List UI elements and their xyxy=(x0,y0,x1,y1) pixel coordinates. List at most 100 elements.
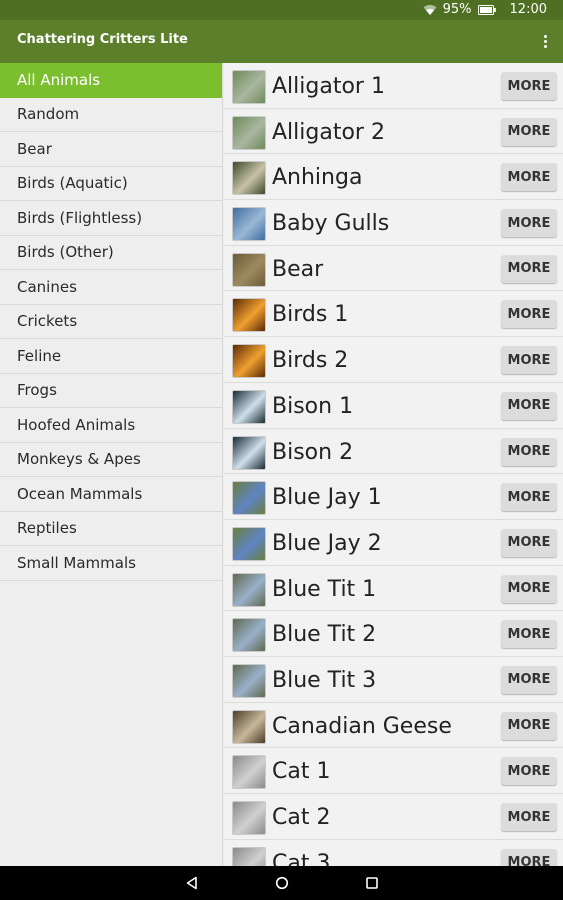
category-item[interactable]: Small Mammals xyxy=(0,546,222,581)
overflow-menu-icon[interactable] xyxy=(539,31,551,51)
animal-name: Blue Tit 1 xyxy=(272,576,377,602)
more-button[interactable]: MORE xyxy=(501,437,557,466)
animal-row[interactable]: Blue Tit 3 MORE xyxy=(224,657,563,703)
animal-list[interactable]: Alligator 1 MORE Alligator 2 MORE Anhinga MOR… xyxy=(224,63,563,866)
more-button[interactable]: MORE xyxy=(501,620,557,649)
category-item[interactable]: Monkeys & Apes xyxy=(0,443,222,477)
animal-name: Blue Tit 2 xyxy=(272,622,377,648)
app-title: Chattering Critters Lite xyxy=(17,32,188,47)
category-item[interactable]: Birds (Other) xyxy=(0,236,222,270)
animal-row[interactable]: Canadian Geese MORE xyxy=(224,703,563,749)
more-button[interactable]: MORE xyxy=(501,300,557,329)
more-button[interactable]: MORE xyxy=(501,528,557,557)
category-sidebar: All Animals Random Bear Birds (Aquatic) Bird… xyxy=(0,63,223,866)
animal-name: Alligator 2 xyxy=(272,119,385,145)
category-item[interactable]: Crickets xyxy=(0,305,222,339)
animal-thumbnail xyxy=(232,663,266,698)
animal-row[interactable]: Blue Tit 1 MORE xyxy=(224,566,563,612)
animal-row[interactable]: Alligator 1 MORE xyxy=(224,63,563,109)
animal-row[interactable]: Alligator 2 MORE xyxy=(224,109,563,155)
animal-name: Baby Gulls xyxy=(272,211,390,237)
animal-name: Birds 1 xyxy=(272,302,349,328)
animal-thumbnail xyxy=(232,298,266,333)
back-icon[interactable] xyxy=(183,874,201,892)
animal-name: Bear xyxy=(272,256,324,282)
animal-thumbnail xyxy=(232,709,266,744)
category-item[interactable]: Random xyxy=(0,98,222,132)
animal-thumbnail xyxy=(232,389,266,424)
animal-name: Cat 1 xyxy=(272,759,331,785)
animal-row[interactable]: Baby Gulls MORE xyxy=(224,200,563,246)
category-item[interactable]: Feline xyxy=(0,339,222,374)
animal-row[interactable]: Blue Tit 2 MORE xyxy=(224,611,563,657)
category-item[interactable]: Reptiles xyxy=(0,512,222,546)
home-icon[interactable] xyxy=(273,874,291,892)
animal-thumbnail xyxy=(232,755,266,790)
status-bar: 95% 12:00 xyxy=(0,0,563,20)
category-item[interactable]: Frogs xyxy=(0,374,222,408)
more-button[interactable]: MORE xyxy=(501,391,557,420)
animal-row[interactable]: Bison 2 MORE xyxy=(224,429,563,475)
animal-row[interactable]: Bear MORE xyxy=(224,246,563,292)
animal-thumbnail xyxy=(232,572,266,607)
animal-thumbnail xyxy=(232,435,266,470)
more-button[interactable]: MORE xyxy=(501,665,557,694)
animal-name: Anhinga xyxy=(272,165,363,191)
animal-thumbnail xyxy=(232,207,266,242)
battery-icon xyxy=(477,4,496,15)
status-indicators: 95% 12:00 xyxy=(423,2,547,17)
category-item[interactable]: Ocean Mammals xyxy=(0,477,222,512)
more-button[interactable]: MORE xyxy=(501,72,557,100)
category-item[interactable]: Birds (Aquatic) xyxy=(0,167,222,201)
animal-name: Alligator 1 xyxy=(272,74,385,99)
animal-row[interactable]: Blue Jay 1 MORE xyxy=(224,474,563,520)
animal-thumbnail xyxy=(232,526,266,561)
animal-name: Birds 2 xyxy=(272,348,349,374)
category-item[interactable]: Canines xyxy=(0,270,222,305)
animal-row[interactable]: Birds 1 MORE xyxy=(224,291,563,338)
animal-name: Bison 2 xyxy=(272,439,354,465)
animal-name: Cat 3 xyxy=(272,850,331,866)
more-button[interactable]: MORE xyxy=(501,848,557,866)
more-button[interactable]: MORE xyxy=(501,346,557,375)
animal-thumbnail xyxy=(232,70,266,104)
animal-row[interactable]: Birds 2 MORE xyxy=(224,337,563,383)
animal-row[interactable]: Cat 1 MORE xyxy=(224,748,563,794)
app-bar: Chattering Critters Lite xyxy=(0,20,563,63)
animal-row[interactable]: Anhinga MORE xyxy=(224,154,563,201)
animal-name: Blue Jay 2 xyxy=(272,530,382,556)
more-button[interactable]: MORE xyxy=(501,117,557,146)
wifi-icon xyxy=(423,4,437,16)
animal-thumbnail xyxy=(232,115,266,150)
animal-name: Bison 1 xyxy=(272,393,354,419)
animal-thumbnail xyxy=(232,252,266,287)
animal-thumbnail xyxy=(232,344,266,379)
more-button[interactable]: MORE xyxy=(501,209,557,238)
more-button[interactable]: MORE xyxy=(501,163,557,192)
animal-row[interactable]: Cat 2 MORE xyxy=(224,794,563,840)
animal-thumbnail xyxy=(232,481,266,516)
animal-thumbnail xyxy=(232,846,266,866)
animal-row[interactable]: Cat 3 MORE xyxy=(224,840,563,866)
animal-row[interactable]: Blue Jay 2 MORE xyxy=(224,520,563,566)
category-item[interactable]: Birds (Flightless) xyxy=(0,201,222,236)
category-item[interactable]: Hoofed Animals xyxy=(0,408,222,443)
navigation-bar xyxy=(0,866,563,900)
more-button[interactable]: MORE xyxy=(501,254,557,283)
battery-percent: 95% xyxy=(442,2,472,17)
animal-name: Blue Tit 3 xyxy=(272,667,377,693)
more-button[interactable]: MORE xyxy=(501,711,557,740)
animal-thumbnail xyxy=(232,801,266,835)
animal-thumbnail xyxy=(232,618,266,653)
more-button[interactable]: MORE xyxy=(501,757,557,786)
category-item[interactable]: All Animals xyxy=(0,63,222,98)
recents-icon[interactable] xyxy=(363,874,381,892)
more-button[interactable]: MORE xyxy=(501,574,557,603)
animal-thumbnail xyxy=(232,161,266,196)
more-button[interactable]: MORE xyxy=(501,483,557,512)
animal-name: Cat 2 xyxy=(272,805,331,830)
more-button[interactable]: MORE xyxy=(501,803,557,831)
status-time: 12:00 xyxy=(509,2,547,17)
category-item[interactable]: Bear xyxy=(0,132,222,167)
animal-row[interactable]: Bison 1 MORE xyxy=(224,383,563,429)
